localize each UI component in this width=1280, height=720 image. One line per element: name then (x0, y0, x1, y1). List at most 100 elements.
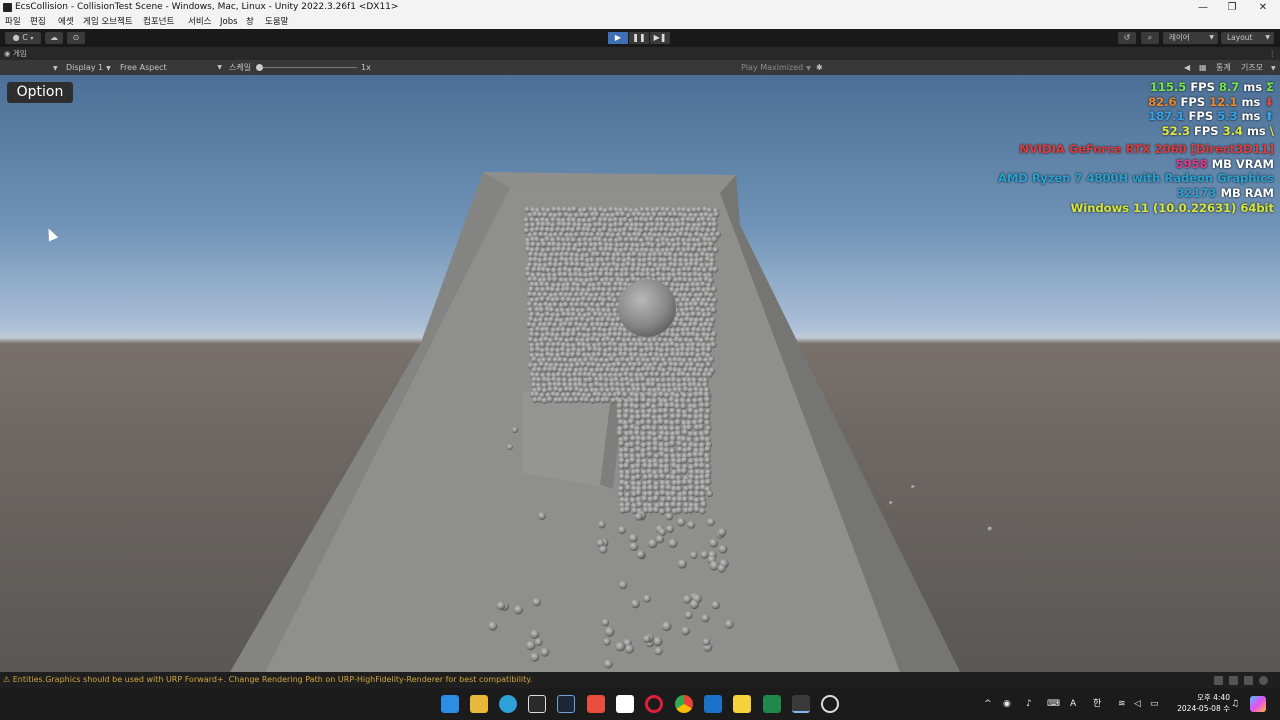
ball (657, 391, 665, 398)
steam-icon[interactable] (557, 695, 575, 713)
lighting-icon[interactable] (1229, 676, 1238, 685)
gizmos-dropdown[interactable]: ▼ (1268, 60, 1276, 76)
taskbar-clock[interactable]: 오후 4:40 2024-05-08 수 (1168, 692, 1230, 714)
ball (675, 440, 683, 447)
aspect-dropdown[interactable]: Free Aspect ▼ (120, 60, 222, 75)
ball (575, 326, 582, 333)
collab-icon[interactable]: ⊙ (67, 32, 85, 44)
progress-icon[interactable] (1214, 676, 1223, 685)
bug-icon[interactable]: ✱ (816, 60, 823, 75)
ball (696, 206, 703, 213)
ball (680, 402, 687, 410)
display-dropdown[interactable]: Display 1 ▼ (66, 60, 111, 76)
history-icon[interactable]: ↺ (1118, 32, 1136, 44)
layers-dropdown[interactable]: 레이어 ▼ (1163, 32, 1218, 44)
unity-icon[interactable] (792, 695, 810, 713)
tab-menu-icon[interactable]: ⋮ (1269, 47, 1277, 60)
stats-toggle[interactable]: 통계 (1216, 60, 1231, 75)
close-button[interactable]: ✕ (1246, 0, 1280, 15)
tray-mic-icon[interactable]: ♪ (1026, 688, 1032, 720)
tray-ime-han[interactable]: 한 (1093, 688, 1101, 720)
chrome-icon[interactable] (675, 695, 693, 713)
git-app-icon[interactable] (587, 695, 605, 713)
ball (534, 331, 541, 338)
ball (604, 256, 611, 263)
ball (659, 473, 666, 481)
ball (564, 331, 572, 338)
layout-dropdown[interactable]: Layout ▼ (1221, 32, 1274, 44)
ball (562, 301, 569, 308)
unity-hub-icon[interactable] (528, 695, 546, 713)
debug-icon[interactable] (1244, 676, 1253, 685)
ball (690, 216, 697, 224)
menu-jobs[interactable]: Jobs (220, 15, 238, 29)
ball (702, 638, 711, 646)
option-button[interactable]: Option (7, 82, 73, 103)
menu-services[interactable]: 서비스 (188, 15, 211, 29)
menu-help[interactable]: 도움말 (265, 15, 288, 29)
ball (603, 637, 611, 646)
tray-keyboard-icon[interactable]: ⌨ (1047, 688, 1060, 720)
mute-icon[interactable]: ◀ (1184, 60, 1190, 75)
opera-icon[interactable] (645, 695, 663, 713)
windows-start-icon[interactable] (441, 695, 459, 713)
ball (569, 351, 577, 358)
menu-gameobject[interactable]: 게임 오브젝트 (83, 15, 133, 29)
pause-button[interactable]: ❚❚ (629, 32, 649, 44)
ball (530, 652, 540, 662)
view-dropdown[interactable]: ▼ (50, 60, 58, 76)
ball (512, 427, 518, 433)
ball (640, 396, 647, 404)
outlook-icon[interactable] (704, 695, 722, 713)
menu-window[interactable]: 창 (246, 15, 254, 29)
ball (607, 271, 615, 278)
menu-component[interactable]: 컴포넌트 (143, 15, 174, 29)
menu-edit[interactable]: 편집 (30, 15, 46, 29)
sticky-notes-icon[interactable] (733, 695, 751, 713)
ball (690, 246, 697, 253)
ball (665, 506, 672, 514)
maximize-button[interactable]: ❐ (1215, 0, 1249, 15)
ball (675, 412, 683, 420)
search-icon[interactable]: ⌕ (1141, 32, 1159, 44)
excel-icon[interactable] (763, 695, 781, 713)
battery-icon[interactable]: ▭ (1150, 688, 1159, 720)
step-button[interactable]: ▶❚ (650, 32, 670, 44)
notification-bell-icon[interactable]: ♫ (1231, 688, 1239, 720)
scale-slider-knob[interactable] (256, 64, 263, 71)
grid-icon[interactable]: ▦ (1199, 60, 1207, 75)
play-mode-dropdown[interactable]: Play Maximized ▼ (741, 60, 811, 76)
play-button[interactable]: ▶ (608, 32, 628, 44)
gizmos-toggle[interactable]: 기즈모 (1241, 60, 1263, 75)
scale-slider-track[interactable] (260, 67, 357, 68)
ball (654, 646, 663, 656)
scale-label: 스케일 (229, 63, 252, 72)
settings-icon[interactable] (1259, 676, 1268, 685)
tray-steam-icon[interactable]: ◉ (1003, 688, 1011, 720)
ball (539, 296, 546, 303)
console-message[interactable]: ⚠ Entities.Graphics should be used with … (3, 672, 532, 688)
tray-overflow-icon[interactable]: ^ (984, 688, 992, 720)
ball (507, 444, 513, 450)
ball (651, 397, 658, 405)
github-icon[interactable] (821, 695, 839, 713)
file-explorer-icon[interactable] (470, 695, 488, 713)
ball (709, 538, 719, 548)
volume-icon[interactable]: ◁ (1134, 688, 1141, 720)
ball (717, 564, 726, 573)
account-button[interactable]: ● C ▾ (5, 32, 41, 44)
copilot-tray-icon[interactable] (1250, 696, 1266, 712)
console-status-bar[interactable]: ⚠ Entities.Graphics should be used with … (0, 672, 1280, 688)
stats-row-low: 82.6 FPS 12.1 ms ⬇ (1148, 94, 1274, 109)
cloud-icon[interactable]: ☁ (45, 32, 63, 44)
ball (564, 286, 571, 293)
menu-file[interactable]: 파일 (5, 15, 21, 29)
notion-icon[interactable] (616, 695, 634, 713)
tray-ime-a[interactable]: A (1070, 688, 1076, 720)
menu-assets[interactable]: 에셋 (58, 15, 74, 29)
wifi-icon[interactable]: ≋ (1118, 688, 1126, 720)
tab-game[interactable]: ◉ 게임 (4, 47, 27, 60)
ball (628, 441, 636, 449)
ball (698, 462, 706, 469)
copilot-icon[interactable] (499, 695, 517, 713)
